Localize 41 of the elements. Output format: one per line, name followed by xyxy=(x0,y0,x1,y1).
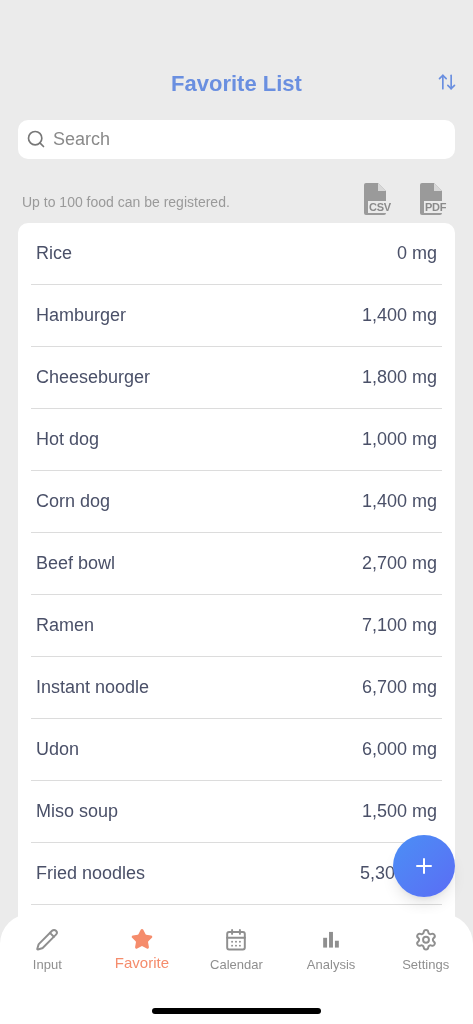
sodium-amount: 2,700 mg xyxy=(361,552,437,575)
food-name: Hamburger xyxy=(36,304,127,327)
sodium-amount: 0 mg xyxy=(396,242,437,265)
file-export-button[interactable]: PDF xyxy=(419,183,451,215)
file-type-label: CSV xyxy=(368,201,392,213)
food-name: Cheeseburger xyxy=(36,366,151,389)
sodium-amount: 7,100 mg xyxy=(361,614,437,637)
star-icon xyxy=(129,928,154,951)
search-icon xyxy=(26,129,46,149)
settings-icon xyxy=(413,928,438,952)
sodium-amount: 1,500 mg xyxy=(361,800,437,823)
food-name: Hot dog xyxy=(36,428,100,451)
sort-icon xyxy=(437,72,457,92)
sodium-amount: 1,400 mg xyxy=(361,304,437,327)
tab[interactable]: Calendar xyxy=(189,914,284,974)
food-name: Udon xyxy=(36,738,80,761)
tab[interactable]: Settings xyxy=(378,914,473,974)
pencil-icon xyxy=(35,928,60,952)
tab[interactable]: Input xyxy=(0,914,95,974)
tab[interactable]: Favorite xyxy=(94,914,190,974)
sodium-amount: 1,800 mg xyxy=(361,366,437,389)
sodium-amount: 5,30 xyxy=(359,862,395,885)
calendar-icon xyxy=(224,928,249,952)
sodium-amount: 1,400 mg xyxy=(361,490,437,513)
food-name: Rice xyxy=(36,242,72,265)
food-name: Fried noodles xyxy=(36,862,146,885)
file-export-button[interactable]: CSV xyxy=(363,183,395,215)
sort-button[interactable] xyxy=(437,72,457,92)
sodium-amount: 6,700 mg xyxy=(361,676,437,699)
tab[interactable]: Analysis xyxy=(283,914,379,974)
limit-note: Up to 100 food can be registered. xyxy=(22,193,230,212)
food-name: Beef bowl xyxy=(36,552,116,575)
sodium-amount: 1,000 mg xyxy=(361,428,437,451)
search-field[interactable]: Search xyxy=(18,120,455,159)
food-name: Instant noodle xyxy=(36,676,150,699)
file-type-label: PDF xyxy=(424,201,448,213)
page-title: Favorite List xyxy=(171,69,302,98)
food-name: Miso soup xyxy=(36,800,119,823)
food-name: Ramen xyxy=(36,614,95,637)
sodium-amount: 6,000 mg xyxy=(361,738,437,761)
food-name: Corn dog xyxy=(36,490,111,513)
